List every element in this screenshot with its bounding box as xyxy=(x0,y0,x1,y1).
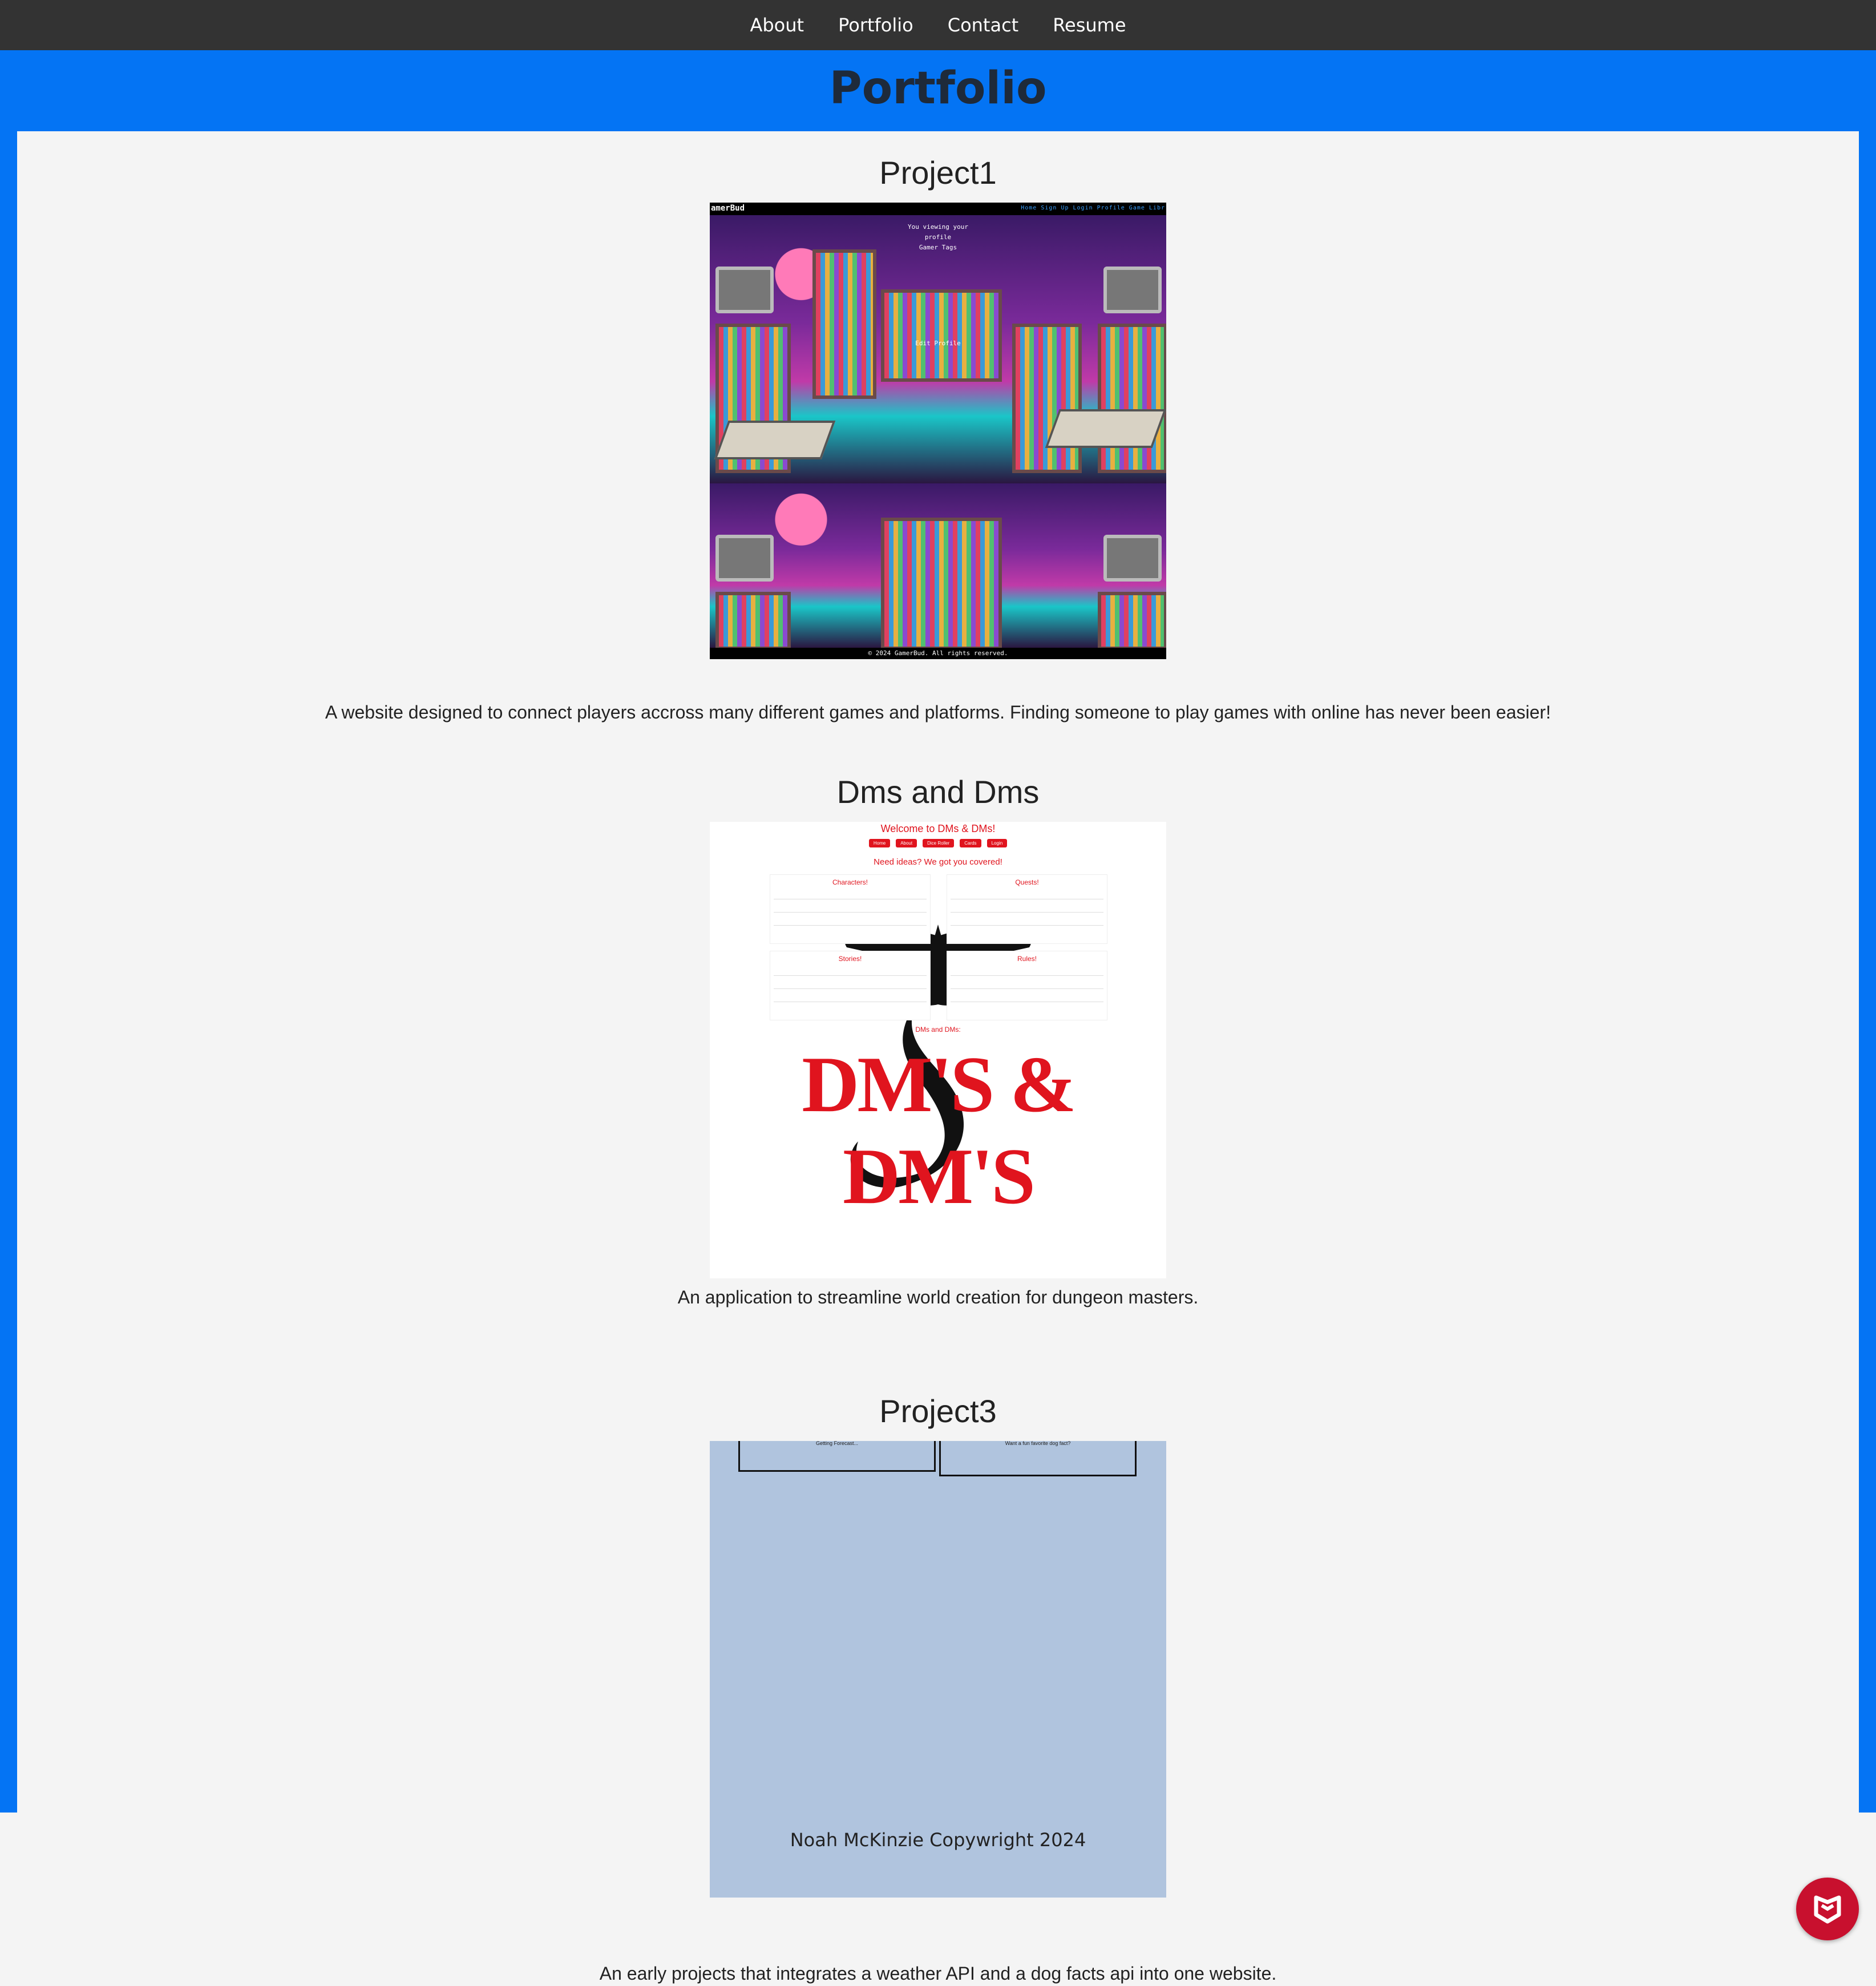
gamer-tags-label: Gamer Tags xyxy=(919,244,957,251)
box-title: Rules! xyxy=(1017,955,1037,963)
top-nav: About Portfolio Contact Resume xyxy=(0,0,1876,50)
screenshot-credits: DMs and DMs: xyxy=(915,1026,961,1034)
project-description: A website designed to connect players ac… xyxy=(325,702,1551,722)
nav-contact-link[interactable]: Contact xyxy=(948,14,1019,36)
shield-glyph-icon xyxy=(1814,1895,1841,1924)
project-title: Project3 xyxy=(879,1393,997,1429)
project-title: Dms and Dms xyxy=(836,774,1040,810)
nav-about-link[interactable]: About xyxy=(750,14,804,36)
page-title: Portfolio xyxy=(829,63,1047,114)
box-title: Characters! xyxy=(832,878,868,886)
screenshot-heading: Welcome to DMs & DMs! xyxy=(880,823,996,834)
console-icon xyxy=(1045,409,1166,448)
quests-box: Quests! xyxy=(947,874,1107,944)
screenshot-login-button: Login xyxy=(986,839,1008,847)
screenshot-footer: Noah McKinzie Copywright 2024 xyxy=(790,1829,1086,1851)
project-screenshot-weather[interactable]: Getting Forecast... Want a fun favorite … xyxy=(710,1441,1166,1898)
screenshot-nav-buttons: Home About Dice Roller Cards Login xyxy=(710,839,1166,847)
game-shelf xyxy=(812,249,876,399)
security-shield-icon[interactable] xyxy=(1796,1878,1859,1940)
dog-fact-card: Want a fun favorite dog fact? xyxy=(939,1441,1137,1476)
forecast-card: Getting Forecast... xyxy=(738,1441,936,1472)
game-shelf xyxy=(1098,592,1166,650)
nav-resume-link[interactable]: Resume xyxy=(1053,14,1126,36)
edit-profile-link: Edit Profile xyxy=(915,340,961,347)
screenshot-dice-button: Dice Roller xyxy=(923,839,955,847)
project-card-3: Project3 Getting Forecast... Want a fun … xyxy=(17,1392,1859,1984)
portfolio-content: Project1 amerBud Home Sign Up Login Prof… xyxy=(17,131,1859,1986)
tv-icon xyxy=(1103,267,1162,313)
project-screenshot-dms[interactable]: Welcome to DMs & DMs! Home About Dice Ro… xyxy=(710,822,1166,1278)
project-card-2: Dms and Dms Welcome to DMs & DMs! Home A… xyxy=(17,773,1859,1307)
game-shelf xyxy=(1098,324,1166,473)
stories-box: Stories! xyxy=(770,951,931,1020)
screenshot-brand: amerBud xyxy=(711,204,745,213)
box-title: Stories! xyxy=(838,955,862,963)
project-screenshot-gamerbud[interactable]: amerBud Home Sign Up Login Profile Game … xyxy=(710,203,1166,659)
tv-icon xyxy=(1103,535,1162,582)
tv-icon xyxy=(715,535,774,582)
nav-portfolio-link[interactable]: Portfolio xyxy=(838,14,913,36)
screenshot-links: Home Sign Up Login Profile Game Libr xyxy=(1021,205,1165,211)
screenshot-cards-button: Cards xyxy=(960,839,981,847)
project-description: An application to streamline world creat… xyxy=(677,1287,1199,1307)
box-title: Quests! xyxy=(1015,878,1039,886)
profile-heading: You viewing your profile xyxy=(908,223,968,241)
dms-logo-text: DM'S & DM'S xyxy=(802,1040,1077,1221)
project-description: An early projects that integrates a weat… xyxy=(599,1963,1277,1984)
game-shelf xyxy=(881,518,1002,650)
tv-icon xyxy=(715,267,774,313)
forecast-status: Getting Forecast... xyxy=(815,1441,859,1446)
dog-fact-prompt: Want a fun favorite dog fact? xyxy=(1005,1441,1071,1446)
screenshot-subheading: Need ideas? We got you covered! xyxy=(874,857,1002,867)
screenshot-footer: © 2024 GamerBud. All rights reserved. xyxy=(710,648,1166,659)
screenshot-home-button: Home xyxy=(868,839,891,847)
profile-menu: You viewing your profile Gamer Tags Edit… xyxy=(898,222,978,349)
characters-box: Characters! xyxy=(770,874,931,944)
rules-box: Rules! xyxy=(947,951,1107,1020)
project-card-1: Project1 amerBud Home Sign Up Login Prof… xyxy=(17,154,1859,722)
console-icon xyxy=(714,421,836,459)
project-title: Project1 xyxy=(879,155,997,191)
game-shelf xyxy=(1012,324,1082,473)
game-shelf xyxy=(715,592,791,650)
screenshot-about-button: About xyxy=(896,839,917,847)
retro-scene-bottom xyxy=(710,483,1166,650)
